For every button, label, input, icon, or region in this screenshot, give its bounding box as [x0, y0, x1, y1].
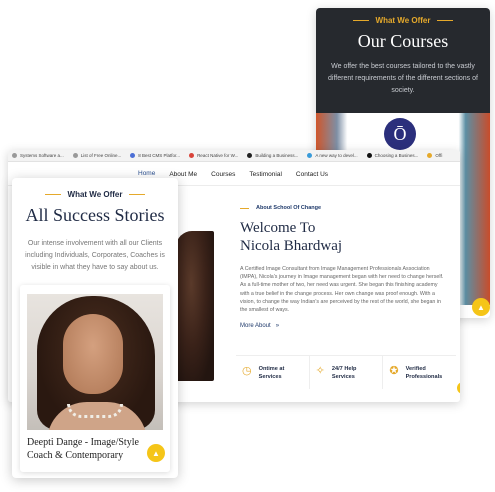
testimonial-card[interactable]: Deepti Dange - Image/Style Coach & Conte…	[20, 285, 170, 472]
stories-eyebrow-text: What We Offer	[67, 190, 123, 199]
nav-testimonial[interactable]: Testimonial	[249, 171, 282, 178]
nav-about-me[interactable]: About Me	[169, 171, 197, 178]
award-icon: ✪	[389, 365, 399, 377]
favicon-icon	[307, 153, 313, 158]
wand-icon: ✧	[315, 365, 325, 377]
favicon-icon	[427, 153, 433, 158]
bookmark-item[interactable]: Offi	[427, 153, 442, 158]
courses-eyebrow-text: What We Offer	[375, 16, 431, 25]
eyebrow-rule-left	[240, 207, 249, 209]
favicon-icon	[366, 153, 372, 158]
favicon-icon	[130, 153, 136, 158]
about-section: About School Of Change Welcome To Nicola…	[240, 205, 445, 329]
more-about-label: More About	[240, 323, 271, 330]
more-about-link[interactable]: More About »	[240, 323, 445, 329]
favicon-icon	[189, 153, 195, 158]
bookmarks-bar: Systems Software a... List of Free Onlin…	[8, 150, 460, 162]
stories-title: All Success Stories	[25, 205, 165, 225]
hero-photo	[176, 231, 214, 381]
feature-ontime: ◷ Ontime at Services	[236, 356, 310, 389]
stories-eyebrow: What We Offer	[12, 190, 178, 199]
bookmark-item[interactable]: List of Free Online...	[72, 153, 121, 158]
bookmark-item[interactable]: Building a Business...	[247, 153, 298, 158]
scroll-top-button[interactable]: ▲	[147, 444, 165, 462]
courses-header: What We Offer Our Courses We offer the b…	[316, 8, 490, 113]
nav-contact-us[interactable]: Contact Us	[296, 171, 328, 178]
stories-description: Our intense involvement with all our Cli…	[25, 240, 165, 271]
stories-card: What We Offer All Success Stories Our in…	[12, 178, 178, 478]
testimonial-person-name: Deepti Dange - Image/Style Coach & Conte…	[27, 437, 139, 461]
scroll-top-button[interactable]: ▲	[472, 298, 490, 316]
bookmark-item[interactable]: Choosing a Busines...	[366, 153, 418, 158]
courses-title: Our Courses	[357, 31, 449, 51]
feature-label: Verified Professionals	[405, 366, 443, 380]
feature-label: 24/7 Help Services	[331, 366, 357, 380]
testimonial-portrait	[27, 294, 163, 430]
feature-label: Ontime at Services	[258, 366, 285, 380]
bookmark-item[interactable]: A new way to devel...	[307, 153, 358, 158]
welcome-line-1: Welcome To	[240, 220, 316, 236]
clock-icon: ◷	[242, 365, 252, 377]
feature-verified: ✪ Verified Professionals	[383, 356, 456, 389]
bookmark-item[interactable]: Systems Software a...	[12, 153, 64, 158]
scroll-top-button-edge[interactable]	[457, 382, 460, 394]
eyebrow-rule-left	[352, 20, 369, 21]
eyebrow-rule-left	[44, 194, 61, 195]
welcome-heading: Welcome To Nicola Bhardwaj	[240, 219, 445, 255]
chevron-up-icon: ▲	[152, 448, 160, 458]
courses-eyebrow: What We Offer	[316, 16, 490, 25]
favicon-icon	[72, 153, 78, 158]
welcome-line-2: Nicola Bhardwaj	[240, 238, 343, 254]
eyebrow-rule-right	[437, 20, 454, 21]
double-chevron-right-icon: »	[275, 323, 280, 330]
nav-courses[interactable]: Courses	[211, 171, 235, 178]
courses-logo-badge: Ō	[384, 118, 416, 150]
bookmark-item[interactable]: React Native for W...	[189, 153, 238, 158]
portrait-face	[63, 314, 123, 394]
courses-description: We offer the best courses tailored to th…	[328, 63, 478, 94]
about-bio: A Certified Image Consultant from Image …	[240, 266, 444, 314]
bookmark-item[interactable]: 8 Best CMS Platfor...	[130, 153, 180, 158]
about-eyebrow-text: About School Of Change	[256, 205, 322, 211]
features-row: ◷ Ontime at Services ✧ 24/7 Help Service…	[236, 355, 456, 389]
about-eyebrow: About School Of Change	[240, 205, 445, 211]
eyebrow-rule-right	[129, 194, 146, 195]
favicon-icon	[247, 153, 253, 158]
favicon-icon	[12, 153, 17, 158]
portrait-necklace	[67, 404, 123, 418]
feature-help: ✧ 24/7 Help Services	[310, 356, 384, 389]
chevron-up-icon: ▲	[477, 302, 485, 312]
